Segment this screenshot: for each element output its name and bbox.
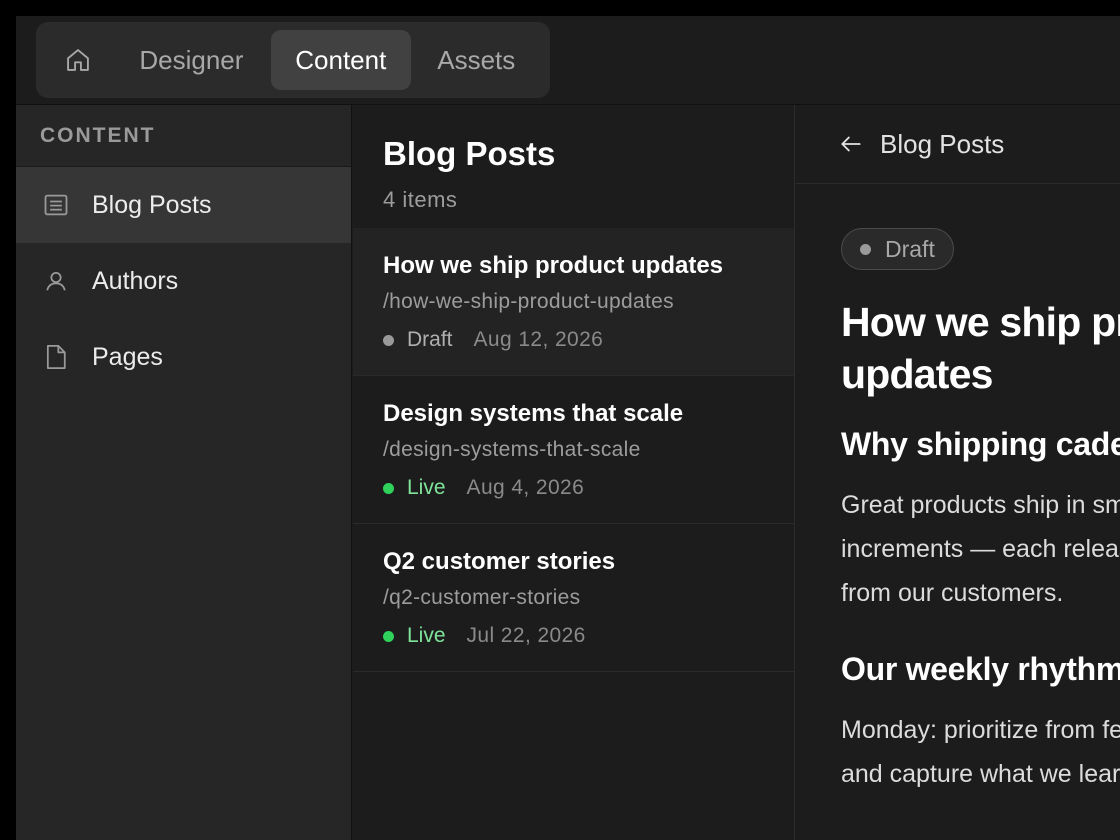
list-item[interactable]: Design systems that scale /design-system… [353, 376, 794, 524]
post-meta: Live Aug 4, 2026 [383, 476, 794, 500]
body-paragraph[interactable]: Great products ship in small, steady inc… [841, 483, 1120, 615]
post-title: Q2 customer stories [383, 548, 616, 575]
post-slug: /q2-customer-stories [383, 586, 581, 609]
arrow-left-icon [841, 136, 861, 152]
status-dot [383, 482, 394, 494]
post-detail-panel: Blog Posts Draft How we ship product upd… [796, 105, 1120, 840]
list-header: Blog Posts 4 items [353, 105, 794, 228]
post-meta: Draft Aug 12, 2026 [383, 328, 794, 352]
status-label: Draft [407, 328, 453, 351]
sidebar-item-label: Pages [92, 342, 163, 371]
sidebar-item-blog-posts[interactable]: Blog Posts [16, 167, 351, 243]
post-title: How we ship product updates [383, 252, 724, 279]
status-dot [383, 630, 394, 642]
list-icon [40, 189, 72, 221]
status-dot [860, 243, 871, 255]
status-badge[interactable]: Draft [841, 228, 954, 270]
user-icon [40, 265, 72, 297]
sidebar-header: CONTENT [16, 105, 351, 167]
sidebar-item-pages[interactable]: Pages [16, 319, 351, 395]
post-title-field[interactable]: How we ship product updates [841, 296, 1120, 400]
post-slug: /design-systems-that-scale [383, 438, 641, 461]
home-button[interactable] [44, 30, 112, 90]
list-title: Blog Posts [383, 135, 556, 172]
post-list-panel: Blog Posts 4 items How we ship product u… [353, 105, 795, 840]
home-icon [67, 49, 89, 71]
tab-designer[interactable]: Designer [112, 30, 271, 90]
section-heading[interactable]: Why shipping cadence matters [841, 426, 1120, 463]
list-item[interactable]: Q2 customer stories /q2-customer-stories… [353, 524, 794, 672]
item-count: 4 items [383, 187, 458, 212]
tab-content[interactable]: Content [271, 30, 411, 90]
post-meta: Live Jul 22, 2026 [383, 624, 794, 648]
status-dot [383, 334, 394, 346]
section-heading[interactable]: Our weekly rhythm [841, 651, 1120, 688]
post-date: Aug 4, 2026 [466, 476, 585, 499]
sidebar-item-label: Blog Posts [92, 190, 212, 219]
status-badge-label: Draft [885, 235, 935, 262]
tab-assets[interactable]: Assets [411, 30, 542, 90]
back-button[interactable]: Blog Posts [796, 105, 1120, 184]
post-date: Aug 12, 2026 [473, 328, 604, 351]
list-item[interactable]: How we ship product updates /how-we-ship… [353, 228, 794, 376]
post-title: Design systems that scale [383, 400, 684, 427]
status-label: Live [407, 624, 446, 647]
post-editor: Draft How we ship product updates Why sh… [796, 184, 1120, 796]
page-icon [40, 341, 72, 373]
sidebar: CONTENT Blog Posts Authors Pages [16, 105, 352, 840]
status-label: Live [407, 476, 446, 499]
post-date: Jul 22, 2026 [466, 624, 586, 647]
cms-window: Designer Content Assets CONTENT Blog Pos… [16, 16, 1120, 840]
post-slug: /how-we-ship-product-updates [383, 290, 674, 313]
sidebar-item-authors[interactable]: Authors [16, 243, 351, 319]
body-paragraph[interactable]: Monday: prioritize from feedback. Friday… [841, 708, 1120, 796]
top-bar: Designer Content Assets [16, 16, 1120, 105]
mode-switcher: Designer Content Assets [36, 22, 550, 98]
sidebar-item-label: Authors [92, 266, 179, 295]
back-label: Blog Posts [880, 128, 1005, 159]
